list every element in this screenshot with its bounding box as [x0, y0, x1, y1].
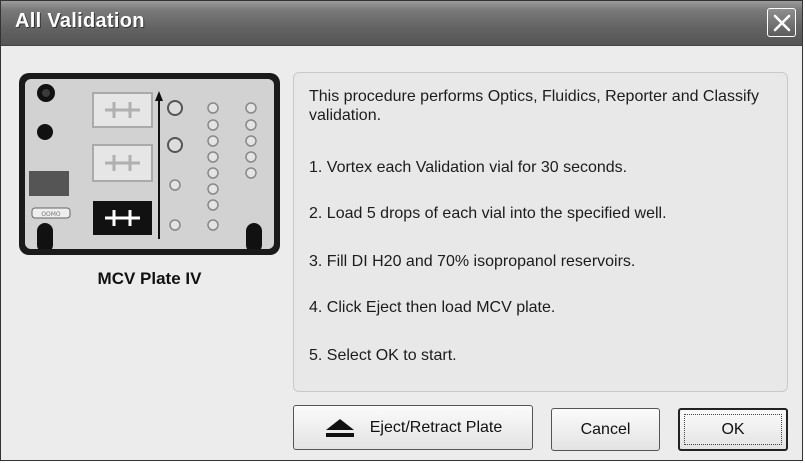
eject-retract-button[interactable]: Eject/Retract Plate	[293, 405, 533, 450]
close-icon	[773, 14, 790, 31]
title-bar: All Validation	[1, 1, 802, 46]
dialog-window: All Validation OOMO MCV Plate IV This pr…	[0, 0, 803, 461]
step-2: 2. Load 5 drops of each vial into the sp…	[309, 205, 667, 222]
step-1: 1. Vortex each Validation vial for 30 se…	[309, 159, 628, 176]
cancel-button[interactable]: Cancel	[551, 408, 660, 451]
step-5: 5. Select OK to start.	[309, 347, 457, 364]
step-3: 3. Fill DI H20 and 70% isopropanol reser…	[309, 253, 636, 270]
ok-button[interactable]: OK	[678, 408, 788, 451]
status-chip-text: OOMO	[41, 211, 61, 218]
plate-diagram: OOMO	[29, 84, 262, 249]
dialog-title: All Validation	[15, 10, 145, 32]
eject-icon	[325, 418, 354, 437]
focus-ring	[684, 414, 782, 445]
plate-label: MCV Plate IV	[97, 269, 202, 288]
cancel-button-label: Cancel	[580, 420, 631, 438]
close-button[interactable]	[767, 8, 796, 37]
instructions-panel: This procedure performs Optics, Fluidics…	[293, 72, 788, 392]
intro-text: This procedure performs Optics, Fluidics…	[309, 88, 759, 124]
step-4: 4. Click Eject then load MCV plate.	[309, 299, 556, 316]
eject-button-label: Eject/Retract Plate	[369, 418, 503, 436]
mcv-plate-illustration: OOMO	[19, 73, 280, 255]
